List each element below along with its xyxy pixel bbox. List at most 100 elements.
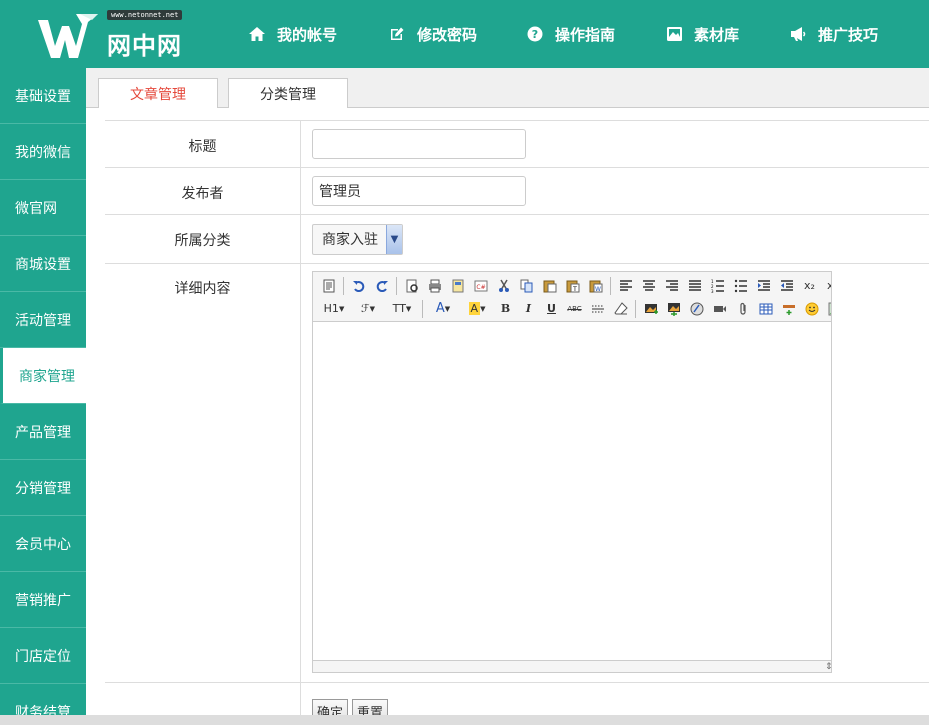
sidebar-item-basic-settings[interactable]: 基础设置 xyxy=(0,68,86,124)
indent-icon[interactable] xyxy=(752,275,775,297)
nav-material-library[interactable]: 素材库 xyxy=(663,0,787,68)
sidebar-item-store-location[interactable]: 门店定位 xyxy=(0,628,86,684)
image-icon xyxy=(663,25,685,43)
align-left-icon[interactable] xyxy=(614,275,637,297)
svg-text:C#: C# xyxy=(476,284,485,291)
unordered-list-icon[interactable] xyxy=(729,275,752,297)
font-size-icon: TT xyxy=(392,302,406,315)
nav-guide[interactable]: ? 操作指南 xyxy=(524,0,663,68)
code-icon[interactable]: C# xyxy=(469,275,492,297)
nav-change-password[interactable]: 修改密码 xyxy=(386,0,524,68)
italic-icon[interactable]: I xyxy=(517,298,540,320)
top-header: www.netonnet.net 网中网 我的帐号 修改密码 ? 操作指南 素材 xyxy=(0,0,929,68)
page-bottom-bar xyxy=(0,715,929,725)
paste-word-icon[interactable]: W xyxy=(584,275,607,297)
align-center-icon[interactable] xyxy=(637,275,660,297)
nav-my-account[interactable]: 我的帐号 xyxy=(246,0,386,68)
sidebar-item-mall-settings[interactable]: 商城设置 xyxy=(0,236,86,292)
nav-label: 推广技巧 xyxy=(818,25,879,44)
sidebar-item-merchant-management[interactable]: 商家管理 xyxy=(0,348,86,404)
sidebar-item-distribution-management[interactable]: 分销管理 xyxy=(0,460,86,516)
sidebar-item-marketing[interactable]: 营销推广 xyxy=(0,572,86,628)
svg-text:T: T xyxy=(572,286,577,293)
template-icon[interactable] xyxy=(446,275,469,297)
home-icon xyxy=(246,25,268,43)
font-size-dropdown[interactable]: TT ▼ xyxy=(385,298,419,320)
attachment-icon[interactable] xyxy=(731,298,754,320)
source-icon[interactable] xyxy=(317,275,340,297)
sidebar-item-product-management[interactable]: 产品管理 xyxy=(0,404,86,460)
cut-icon[interactable] xyxy=(492,275,515,297)
publisher-input[interactable] xyxy=(312,176,526,206)
undo-icon[interactable] xyxy=(347,275,370,297)
sidebar: 基础设置 我的微信 微官网 商城设置 活动管理 商家管理 产品管理 分销管理 会… xyxy=(0,68,86,725)
tab-category-management[interactable]: 分类管理 xyxy=(228,78,348,108)
nav-promotion-tips[interactable]: 推广技巧 xyxy=(787,0,907,68)
ordered-list-icon[interactable]: 123 xyxy=(706,275,729,297)
svg-text:?: ? xyxy=(532,28,538,41)
tab-bar: 文章管理 分类管理 xyxy=(86,68,929,108)
form-row-title: 标题 xyxy=(105,121,929,168)
editor-statusbar: ⇕ xyxy=(313,660,831,672)
nav-label: 素材库 xyxy=(694,25,740,44)
nav-label: 修改密码 xyxy=(417,25,478,44)
insert-multi-image-icon[interactable] xyxy=(662,298,685,320)
sidebar-item-activity-management[interactable]: 活动管理 xyxy=(0,292,86,348)
paste-text-icon[interactable]: T xyxy=(561,275,584,297)
chevron-down-icon: ▼ xyxy=(386,224,402,254)
edit-icon xyxy=(386,25,408,43)
video-icon[interactable] xyxy=(708,298,731,320)
rich-text-editor: C# T W 123 x₂ H1 ▼ ℱ ▼ TT ▼ A ▼ A ▼ B I … xyxy=(312,271,832,673)
sidebar-item-member-center[interactable]: 会员中心 xyxy=(0,516,86,572)
preview-icon[interactable] xyxy=(400,275,423,297)
logo-domain: www.netonnet.net xyxy=(107,10,183,20)
insert-row-icon[interactable] xyxy=(777,298,800,320)
logo-text: 网中网 xyxy=(107,32,182,60)
editor-content-area[interactable] xyxy=(313,322,831,661)
highlight-icon: A xyxy=(468,302,481,315)
strikethrough-icon[interactable]: ABC xyxy=(563,298,586,320)
tab-article-management[interactable]: 文章管理 xyxy=(98,78,218,108)
help-icon: ? xyxy=(524,25,546,43)
top-nav: 我的帐号 修改密码 ? 操作指南 素材库 推广技巧 xyxy=(246,0,907,68)
eraser-icon[interactable] xyxy=(609,298,632,320)
megaphone-icon xyxy=(787,25,809,43)
align-right-icon[interactable] xyxy=(660,275,683,297)
redo-icon[interactable] xyxy=(370,275,393,297)
horizontal-line-icon[interactable] xyxy=(586,298,609,320)
title-input[interactable] xyxy=(312,129,526,159)
image-placeholder-icon[interactable] xyxy=(823,298,831,320)
superscript-icon[interactable]: x² xyxy=(821,275,831,297)
sidebar-item-micro-site[interactable]: 微官网 xyxy=(0,180,86,236)
insert-image-icon[interactable] xyxy=(639,298,662,320)
font-family-dropdown[interactable]: ℱ ▼ xyxy=(351,298,385,320)
logo[interactable]: www.netonnet.net 网中网 xyxy=(36,6,206,62)
emoticon-icon[interactable] xyxy=(800,298,823,320)
copy-icon[interactable] xyxy=(515,275,538,297)
resize-handle-icon[interactable]: ⇕ xyxy=(825,662,831,672)
background-color-dropdown[interactable]: A ▼ xyxy=(460,298,494,320)
svg-text:W: W xyxy=(595,286,601,293)
form-row-publisher: 发布者 xyxy=(105,168,929,215)
heading-dropdown[interactable]: H1 ▼ xyxy=(317,298,351,320)
category-label: 所属分类 xyxy=(105,215,301,263)
nav-label: 我的帐号 xyxy=(277,25,338,44)
paste-icon[interactable] xyxy=(538,275,561,297)
text-color-dropdown[interactable]: A ▼ xyxy=(426,298,460,320)
bold-icon[interactable]: B xyxy=(494,298,517,320)
heading-icon: H1 xyxy=(323,302,339,315)
flash-icon[interactable] xyxy=(685,298,708,320)
sidebar-item-my-wechat[interactable]: 我的微信 xyxy=(0,124,86,180)
outdent-icon[interactable] xyxy=(775,275,798,297)
category-select[interactable]: 商家入驻 ▼ xyxy=(312,223,403,255)
print-icon[interactable] xyxy=(423,275,446,297)
publisher-label: 发布者 xyxy=(105,168,301,214)
nav-label: 操作指南 xyxy=(555,25,616,44)
svg-text:3: 3 xyxy=(711,289,714,293)
align-justify-icon[interactable] xyxy=(683,275,706,297)
form-row-category: 所属分类 商家入驻 ▼ xyxy=(105,215,929,264)
logo-mark-icon xyxy=(38,14,98,58)
table-icon[interactable] xyxy=(754,298,777,320)
subscript-icon[interactable]: x₂ xyxy=(798,275,821,297)
underline-icon[interactable]: U xyxy=(540,298,563,320)
